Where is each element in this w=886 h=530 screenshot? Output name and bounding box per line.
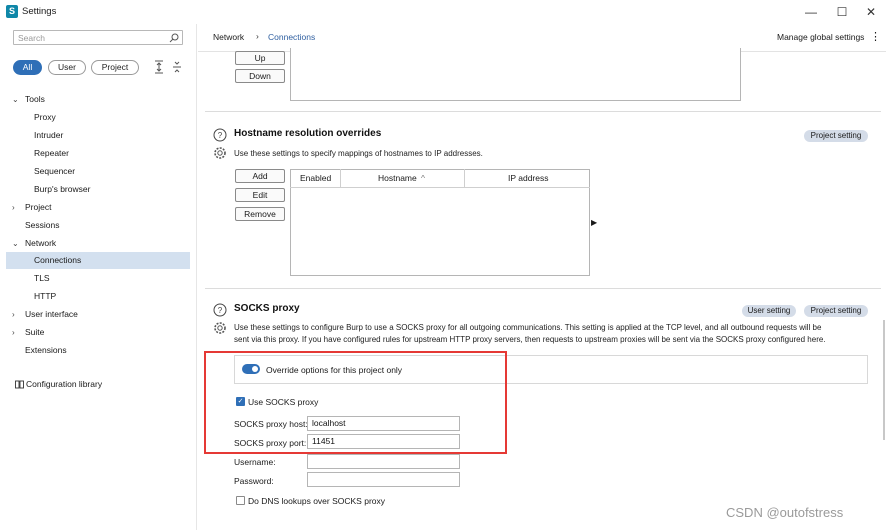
expand-all-icon[interactable] — [154, 60, 164, 74]
gear-icon[interactable] — [213, 146, 227, 160]
breadcrumb-separator: › — [256, 31, 259, 41]
hostname-description: Use these settings to specify mappings o… — [234, 149, 483, 158]
column-separator — [340, 169, 341, 187]
sidebar-item-http[interactable]: HTTP — [6, 288, 190, 305]
edit-button[interactable]: Edit — [235, 188, 285, 202]
maximize-button[interactable]: ☐ — [830, 3, 854, 21]
down-button[interactable]: Down — [235, 69, 285, 83]
sidebar-item-tools[interactable]: ⌄ Tools — [6, 91, 190, 108]
sidebar-item-connections[interactable]: Connections — [6, 252, 190, 269]
chevron-right-icon: › — [12, 310, 15, 319]
sidebar-item-sequencer[interactable]: Sequencer — [6, 163, 190, 180]
section-divider — [205, 288, 881, 289]
svg-text:?: ? — [218, 306, 223, 315]
app-logo-icon: S — [6, 5, 18, 18]
project-setting-badge: Project setting — [804, 305, 868, 317]
sidebar-item-repeater[interactable]: Repeater — [6, 145, 190, 162]
column-header-hostname[interactable]: Hostname — [378, 169, 417, 187]
username-label: Username: — [234, 457, 276, 467]
collapse-all-icon[interactable] — [172, 60, 182, 74]
window-title: Settings — [22, 6, 57, 17]
scrollbar[interactable] — [883, 320, 885, 440]
chevron-down-icon: ⌄ — [12, 239, 19, 248]
column-header-ip-address[interactable]: IP address — [508, 169, 548, 187]
filter-project-button[interactable]: Project — [91, 60, 139, 75]
sidebar-item-proxy[interactable]: Proxy — [6, 109, 190, 126]
username-input[interactable] — [307, 454, 460, 469]
sidebar-item-suite[interactable]: › Suite — [6, 324, 190, 341]
sidebar-item-label: Suite — [25, 327, 45, 337]
chevron-down-icon: ⌄ — [12, 95, 19, 104]
breadcrumb-connections: Connections — [268, 32, 316, 42]
highlight-box — [204, 351, 507, 454]
sidebar-item-label: Proxy — [34, 112, 56, 122]
gear-icon[interactable] — [213, 321, 227, 335]
password-label: Password: — [234, 476, 274, 486]
sidebar-item-network[interactable]: ⌄ Network — [6, 235, 190, 252]
column-header-enabled[interactable]: Enabled — [300, 169, 331, 187]
sidebar-item-project[interactable]: › Project — [6, 199, 190, 216]
chevron-right-icon: › — [12, 203, 15, 212]
table-header-divider — [290, 187, 590, 188]
add-button[interactable]: Add — [235, 169, 285, 183]
search-placeholder: Search — [18, 33, 45, 43]
sidebar-item-extensions[interactable]: Extensions — [6, 342, 190, 359]
sidebar-item-label: Network — [25, 238, 57, 248]
library-icon — [15, 380, 24, 389]
sidebar-item-label: Sequencer — [34, 166, 76, 176]
column-separator — [464, 169, 465, 187]
chevron-right-icon: › — [12, 328, 15, 337]
remove-button[interactable]: Remove — [235, 207, 285, 221]
sidebar-item-label: Extensions — [25, 345, 67, 355]
sidebar-item-sessions[interactable]: Sessions — [6, 217, 190, 234]
sidebar-item-label: Repeater — [34, 148, 69, 158]
close-button[interactable]: ✕ — [859, 3, 883, 21]
breadcrumb-network[interactable]: Network — [213, 32, 244, 42]
dns-over-socks-label: Do DNS lookups over SOCKS proxy — [248, 496, 385, 506]
search-input[interactable]: Search — [13, 30, 183, 45]
up-button[interactable]: Up — [235, 51, 285, 65]
more-options-icon[interactable]: ⋮ — [870, 30, 881, 43]
socks-section-title: SOCKS proxy — [234, 303, 300, 314]
dns-over-socks-checkbox[interactable] — [236, 496, 245, 505]
project-setting-badge: Project setting — [804, 130, 868, 142]
title-bar: S Settings — ☐ ✕ — [0, 0, 886, 24]
sidebar-item-label: Project — [25, 202, 52, 212]
manage-global-settings-link[interactable]: Manage global settings — [777, 32, 864, 42]
sidebar-item-label: TLS — [34, 273, 50, 283]
sidebar-item-label: Tools — [25, 94, 45, 104]
search-icon — [169, 33, 179, 43]
help-icon[interactable]: ? — [213, 128, 227, 142]
settings-sidebar: Search All User Project ⌄ Tools Proxy In… — [0, 24, 197, 530]
socks-description-line-2: sent via this proxy. If you have configu… — [234, 335, 826, 344]
sidebar-item-label: Burp's browser — [34, 184, 91, 194]
sidebar-item-intruder[interactable]: Intruder — [6, 127, 190, 144]
hostname-section-title: Hostname resolution overrides — [234, 128, 382, 139]
sidebar-item-label: Intruder — [34, 130, 64, 140]
sidebar-item-label: HTTP — [34, 291, 57, 301]
password-input[interactable] — [307, 472, 460, 487]
user-setting-badge: User setting — [742, 305, 796, 317]
sidebar-item-label: Sessions — [25, 220, 60, 230]
sidebar-item-label: Connections — [34, 255, 82, 265]
minimize-button[interactable]: — — [799, 3, 823, 21]
svg-text:?: ? — [218, 131, 223, 140]
configuration-library-link[interactable]: Configuration library — [26, 379, 102, 389]
sidebar-item-tls[interactable]: TLS — [6, 270, 190, 287]
help-icon[interactable]: ? — [213, 303, 227, 317]
upstream-rules-table[interactable] — [290, 48, 741, 101]
expand-arrow-icon[interactable]: ▶ — [591, 218, 597, 227]
filter-all-button[interactable]: All — [13, 60, 42, 75]
watermark: CSDN @outofstress — [726, 505, 844, 520]
sidebar-item-burps-browser[interactable]: Burp's browser — [6, 181, 190, 198]
sidebar-item-user-interface[interactable]: › User interface — [6, 306, 190, 323]
section-divider — [205, 111, 881, 112]
filter-user-button[interactable]: User — [48, 60, 86, 75]
sort-ascending-icon: ^ — [421, 173, 425, 183]
sidebar-item-label: User interface — [25, 309, 78, 319]
